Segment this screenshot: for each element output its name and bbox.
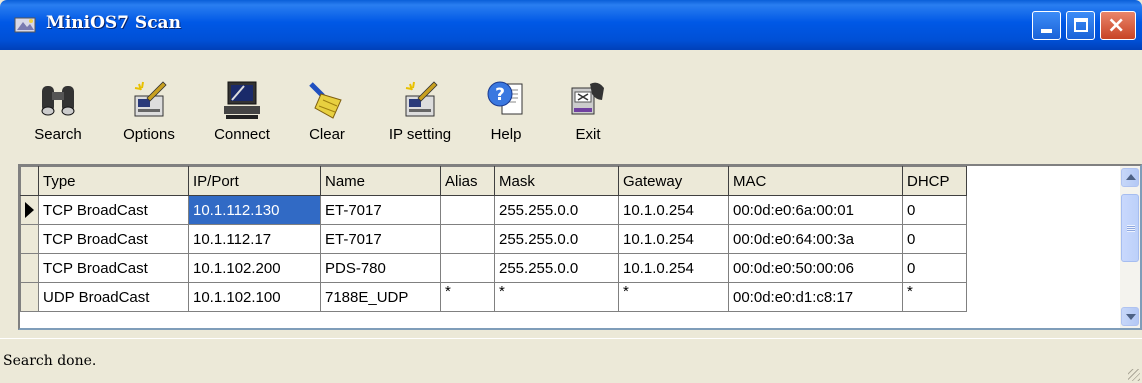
indicator-header: [20, 166, 39, 196]
close-button[interactable]: ×: [1100, 11, 1136, 40]
cell-name[interactable]: ET-7017: [320, 224, 441, 254]
column-header-alias[interactable]: Alias: [440, 166, 495, 196]
cell-ip-port[interactable]: 10.1.112.17: [188, 224, 321, 254]
exit-label: Exit: [575, 126, 601, 143]
cell-type[interactable]: TCP BroadCast: [38, 195, 189, 225]
cell-gateway[interactable]: 10.1.0.254: [618, 195, 729, 225]
exit-icon: [571, 82, 604, 115]
chevron-down-icon: [1126, 314, 1136, 320]
computer-icon: [224, 81, 260, 119]
maximize-icon: [1074, 18, 1088, 32]
cell-dhcp[interactable]: 0: [902, 253, 967, 283]
connect-label: Connect: [214, 126, 270, 143]
search-button[interactable]: Search: [24, 78, 92, 158]
help-button[interactable]: ? Help: [484, 78, 528, 158]
cell-dhcp[interactable]: 0: [902, 224, 967, 254]
row-indicator: [20, 224, 39, 254]
broom-icon: [309, 82, 342, 119]
cell-mask[interactable]: *: [494, 282, 619, 312]
cell-mask[interactable]: 255.255.0.0: [494, 253, 619, 283]
search-label: Search: [34, 126, 82, 143]
cell-alias[interactable]: [440, 224, 495, 254]
cell-gateway[interactable]: *: [618, 282, 729, 312]
table-row[interactable]: TCP BroadCast 10.1.102.200 PDS-780 255.2…: [20, 253, 967, 283]
device-grid[interactable]: Type IP/Port Name Alias Mask Gateway MAC…: [18, 164, 1142, 330]
cell-gateway[interactable]: 10.1.0.254: [618, 253, 729, 283]
title-bar[interactable]: MiniOS7 Scan ×: [0, 0, 1142, 50]
close-icon: ×: [1107, 13, 1126, 38]
toolbar: Search Options Connect Clear IP setting …: [0, 50, 1142, 162]
vertical-scrollbar[interactable]: [1120, 166, 1140, 328]
status-bar: Search done.: [0, 338, 1142, 383]
cell-ip-port[interactable]: 10.1.102.200: [188, 253, 321, 283]
svg-text:?: ?: [495, 85, 505, 105]
column-header-mac[interactable]: MAC: [728, 166, 903, 196]
cell-name[interactable]: ET-7017: [320, 195, 441, 225]
resize-grip-icon[interactable]: [1128, 369, 1140, 381]
current-row-arrow-icon: [25, 202, 34, 218]
help-label: Help: [490, 126, 522, 143]
status-text: Search done.: [3, 353, 97, 369]
window-title: MiniOS7 Scan: [46, 13, 181, 33]
options-label: Options: [123, 126, 175, 143]
column-header-type[interactable]: Type: [38, 166, 189, 196]
cell-mask[interactable]: 255.255.0.0: [494, 195, 619, 225]
options-icon: [134, 81, 167, 117]
exit-button[interactable]: Exit: [562, 78, 614, 158]
cell-mac[interactable]: 00:0d:e0:64:00:3a: [728, 224, 903, 254]
cell-ip-port[interactable]: 10.1.102.100: [188, 282, 321, 312]
cell-name[interactable]: 7188E_UDP: [320, 282, 441, 312]
cell-dhcp[interactable]: 0: [902, 195, 967, 225]
row-indicator: [20, 253, 39, 283]
cell-mac[interactable]: 00:0d:e0:d1:c8:17: [728, 282, 903, 312]
minimize-icon: [1041, 29, 1052, 33]
cell-type[interactable]: UDP BroadCast: [38, 282, 189, 312]
cell-dhcp[interactable]: *: [902, 282, 967, 312]
ip-setting-label: IP setting: [388, 126, 452, 143]
cell-gateway[interactable]: 10.1.0.254: [618, 224, 729, 254]
cell-name[interactable]: PDS-780: [320, 253, 441, 283]
device-table: Type IP/Port Name Alias Mask Gateway MAC…: [20, 166, 967, 312]
table-row[interactable]: TCP BroadCast 10.1.112.17 ET-7017 255.25…: [20, 224, 967, 254]
scan-app-icon: [14, 17, 36, 33]
cell-alias[interactable]: [440, 253, 495, 283]
cell-alias[interactable]: [440, 195, 495, 225]
cell-ip-port[interactable]: 10.1.112.130: [188, 195, 321, 225]
help-icon: ?: [487, 81, 523, 115]
clear-label: Clear: [309, 126, 345, 143]
header-row: Type IP/Port Name Alias Mask Gateway MAC…: [20, 166, 967, 196]
scroll-thumb[interactable]: [1121, 194, 1139, 262]
maximize-button[interactable]: [1066, 11, 1095, 40]
table-row[interactable]: TCP BroadCast 10.1.112.130 ET-7017 255.2…: [20, 195, 967, 225]
ip-setting-icon: [405, 81, 438, 117]
column-header-gateway[interactable]: Gateway: [618, 166, 729, 196]
cell-type[interactable]: TCP BroadCast: [38, 253, 189, 283]
binoculars-icon: [41, 86, 75, 116]
options-button[interactable]: Options: [114, 78, 184, 158]
connect-button[interactable]: Connect: [204, 78, 280, 158]
table-row[interactable]: UDP BroadCast 10.1.102.100 7188E_UDP * *…: [20, 282, 967, 312]
clear-button[interactable]: Clear: [302, 78, 352, 158]
scroll-down-button[interactable]: [1121, 307, 1139, 326]
column-header-dhcp[interactable]: DHCP: [902, 166, 967, 196]
cell-type[interactable]: TCP BroadCast: [38, 224, 189, 254]
column-header-ip-port[interactable]: IP/Port: [188, 166, 321, 196]
cell-mac[interactable]: 00:0d:e0:6a:00:01: [728, 195, 903, 225]
cell-mac[interactable]: 00:0d:e0:50:00:06: [728, 253, 903, 283]
grip-icon: [1127, 225, 1135, 232]
cell-alias[interactable]: *: [440, 282, 495, 312]
row-indicator: [20, 195, 39, 225]
minimize-button[interactable]: [1032, 11, 1061, 40]
column-header-name[interactable]: Name: [320, 166, 441, 196]
column-header-mask[interactable]: Mask: [494, 166, 619, 196]
scroll-up-button[interactable]: [1121, 168, 1139, 187]
ip-setting-button[interactable]: IP setting: [378, 78, 462, 158]
row-indicator: [20, 282, 39, 312]
cell-mask[interactable]: 255.255.0.0: [494, 224, 619, 254]
chevron-up-icon: [1126, 174, 1136, 180]
